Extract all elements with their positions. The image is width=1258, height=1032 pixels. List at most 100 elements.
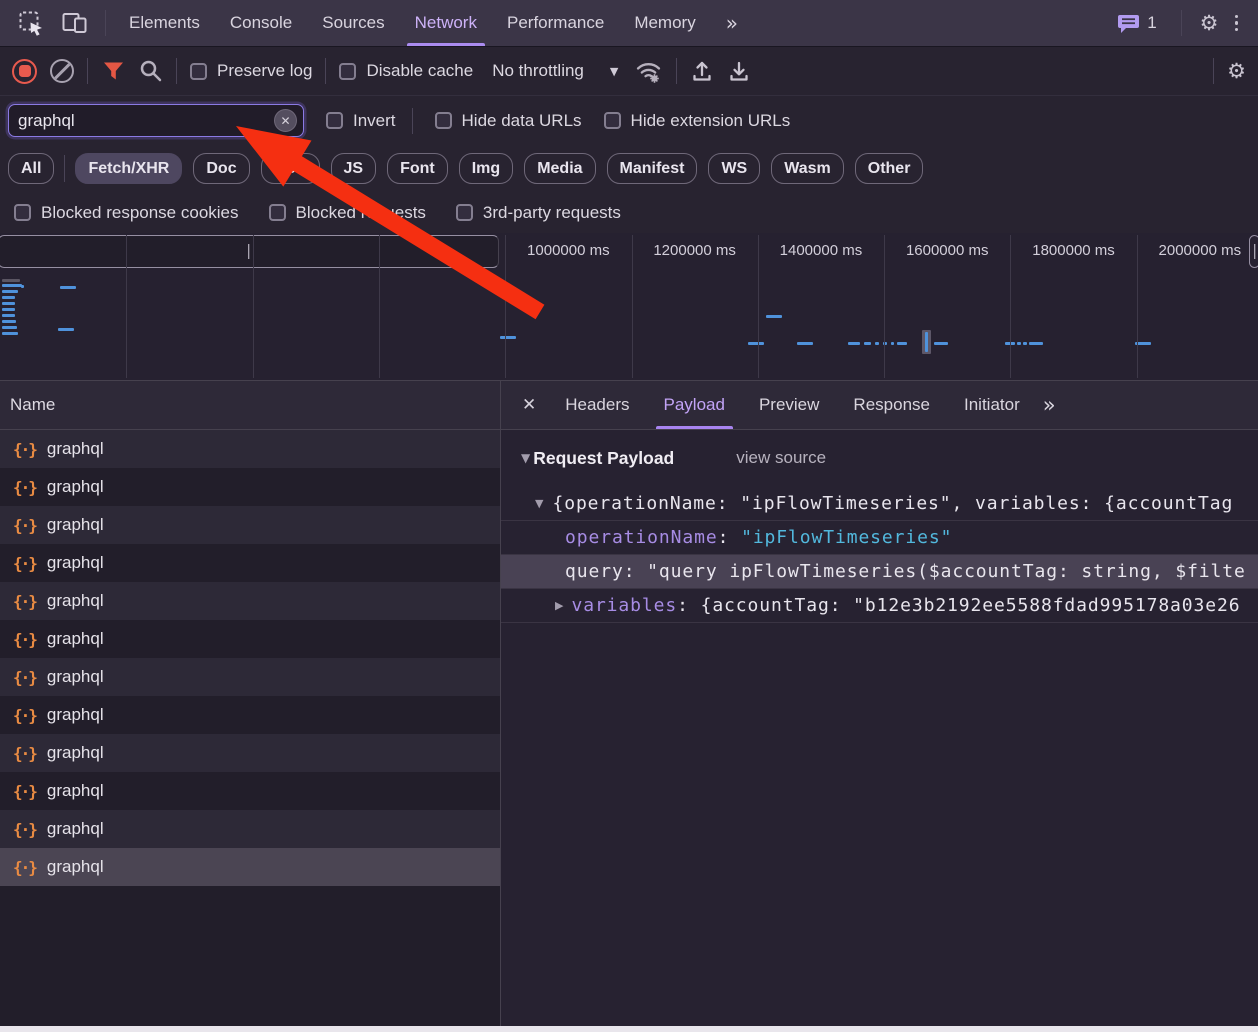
checkbox[interactable]	[14, 204, 31, 221]
payload-row-operationname[interactable]: operationName: "ipFlowTimeseries"	[501, 520, 1258, 554]
resource-filter-chip[interactable]: Img	[459, 153, 513, 184]
request-row[interactable]: {·} graphql	[0, 696, 500, 734]
waterfall-bar	[500, 336, 516, 339]
request-row[interactable]: {·} graphql	[0, 848, 500, 886]
collapse-object-icon[interactable]: ▼	[535, 497, 543, 510]
request-row[interactable]: {·} graphql	[0, 772, 500, 810]
timeline-overview[interactable]: 200000 ms400000 ms600000 ms800000 ms1000…	[0, 233, 1258, 381]
invert-filter-toggle[interactable]: Invert	[326, 111, 396, 131]
collapse-section-icon[interactable]: ▼	[521, 451, 530, 465]
overview-left-grip[interactable]	[0, 235, 499, 268]
panel-tab[interactable]: Console	[215, 0, 307, 46]
request-row[interactable]: {·} graphql	[0, 430, 500, 468]
import-har-icon[interactable]	[690, 59, 714, 83]
hide-data-urls-toggle[interactable]: Hide data URLs	[435, 111, 582, 131]
fetch-xhr-icon: {·}	[13, 440, 36, 459]
request-name: graphql	[47, 553, 104, 573]
overview-right-grip[interactable]	[1249, 235, 1258, 268]
details-tab[interactable]: Preview	[742, 381, 836, 429]
invert-checkbox[interactable]	[326, 112, 343, 129]
hide-data-urls-checkbox[interactable]	[435, 112, 452, 129]
payload-summary-text: {operationName: "ipFlowTimeseries", vari…	[552, 493, 1233, 514]
network-filter-toggle[interactable]: 3rd-party requests	[456, 203, 621, 223]
more-menu-icon[interactable]	[1227, 11, 1247, 36]
payload-value: : {accountTag: "b12e3b2192ee5588fdad9951…	[677, 595, 1240, 616]
device-toolbar-icon[interactable]	[53, 11, 97, 35]
preserve-log-checkbox[interactable]	[190, 63, 207, 80]
panel-tab[interactable]: Elements	[114, 0, 215, 46]
inspect-element-icon[interactable]	[10, 10, 53, 37]
request-name: graphql	[47, 857, 104, 877]
disable-cache-toggle[interactable]: Disable cache	[339, 61, 473, 81]
export-har-icon[interactable]	[727, 59, 751, 83]
expand-object-icon[interactable]: ▶	[555, 599, 563, 612]
panel-tab[interactable]: Performance	[492, 0, 619, 46]
filter-icon[interactable]	[101, 60, 126, 82]
request-row[interactable]: {·} graphql	[0, 810, 500, 848]
timeline-gridline	[126, 235, 127, 378]
request-row[interactable]: {·} graphql	[0, 582, 500, 620]
resource-filter-chip[interactable]: JS	[331, 153, 377, 184]
network-filter-toggle[interactable]: Blocked requests	[269, 203, 426, 223]
request-row[interactable]: {·} graphql	[0, 620, 500, 658]
search-icon[interactable]	[139, 59, 163, 83]
preserve-log-toggle[interactable]: Preserve log	[190, 61, 312, 81]
network-conditions-icon[interactable]	[635, 59, 663, 84]
overflow-tabs-icon[interactable]: »	[1043, 393, 1056, 417]
clear-network-log-icon[interactable]	[50, 59, 74, 83]
hide-extension-urls-toggle[interactable]: Hide extension URLs	[604, 111, 791, 131]
details-tab[interactable]: Headers	[548, 381, 646, 429]
more-panels-icon[interactable]: »	[711, 0, 753, 46]
request-list: {·} graphql {·} graphql {·} graphql {·} …	[0, 430, 500, 1026]
fetch-xhr-icon: {·}	[13, 744, 36, 763]
fetch-xhr-icon: {·}	[13, 478, 36, 497]
settings-icon[interactable]: ⚙	[1200, 13, 1219, 34]
issues-bubble-icon	[1117, 13, 1140, 34]
hide-extension-urls-checkbox[interactable]	[604, 112, 621, 129]
request-row[interactable]: {·} graphql	[0, 506, 500, 544]
panel-tab[interactable]: Network	[400, 0, 492, 46]
filter-text-input[interactable]	[18, 111, 274, 131]
resource-filter-chip[interactable]: Media	[524, 153, 595, 184]
panel-tab[interactable]: Memory	[619, 0, 710, 46]
close-icon[interactable]: ✕	[522, 395, 536, 415]
waterfall-bar	[2, 302, 15, 305]
disable-cache-checkbox[interactable]	[339, 63, 356, 80]
resource-filter-chip[interactable]: WS	[708, 153, 760, 184]
resource-filter-chip[interactable]: All	[8, 153, 54, 184]
checkbox[interactable]	[456, 204, 473, 221]
panel-tab[interactable]: Sources	[307, 0, 399, 46]
record-network-log-icon[interactable]	[12, 59, 37, 84]
payload-row-query[interactable]: query: "query ipFlowTimeseries($accountT…	[501, 554, 1258, 588]
request-row[interactable]: {·} graphql	[0, 734, 500, 772]
resource-filter-chip[interactable]: Font	[387, 153, 448, 184]
network-filter-toggle[interactable]: Blocked response cookies	[14, 203, 239, 223]
resource-filter-chip[interactable]: Doc	[193, 153, 249, 184]
clear-filter-icon[interactable]: ✕	[274, 109, 297, 132]
payload-summary-row[interactable]: ▼ {operationName: "ipFlowTimeseries", va…	[501, 486, 1258, 520]
timeline-gridline	[632, 235, 633, 378]
request-row[interactable]: {·} graphql	[0, 658, 500, 696]
resource-filter-chip[interactable]: Wasm	[771, 153, 844, 184]
details-tab[interactable]: Response	[836, 381, 947, 429]
issues-counter[interactable]: 1	[1117, 13, 1156, 34]
checkbox[interactable]	[269, 204, 286, 221]
view-source-link[interactable]: view source	[736, 448, 826, 468]
resource-filter-chip[interactable]: Other	[855, 153, 924, 184]
resource-filter-chip[interactable]: CSS	[261, 153, 320, 184]
resource-filter-chip[interactable]: Fetch/XHR	[75, 153, 182, 184]
request-row[interactable]: {·} graphql	[0, 544, 500, 582]
filter-input[interactable]: ✕	[8, 104, 304, 137]
name-column-header[interactable]: Name	[0, 381, 500, 430]
waterfall-bar	[2, 326, 17, 329]
divider	[105, 10, 106, 36]
network-settings-icon[interactable]: ⚙	[1227, 61, 1246, 82]
details-tab[interactable]: Payload	[647, 381, 742, 429]
details-tab[interactable]: Initiator	[947, 381, 1037, 429]
request-row[interactable]: {·} graphql	[0, 468, 500, 506]
request-name: graphql	[47, 819, 104, 839]
throttling-select[interactable]: No throttling ▼	[492, 61, 618, 81]
request-name: graphql	[47, 781, 104, 801]
resource-filter-chip[interactable]: Manifest	[607, 153, 698, 184]
payload-row-variables[interactable]: ▶ variables: {accountTag: "b12e3b2192ee5…	[501, 588, 1258, 622]
